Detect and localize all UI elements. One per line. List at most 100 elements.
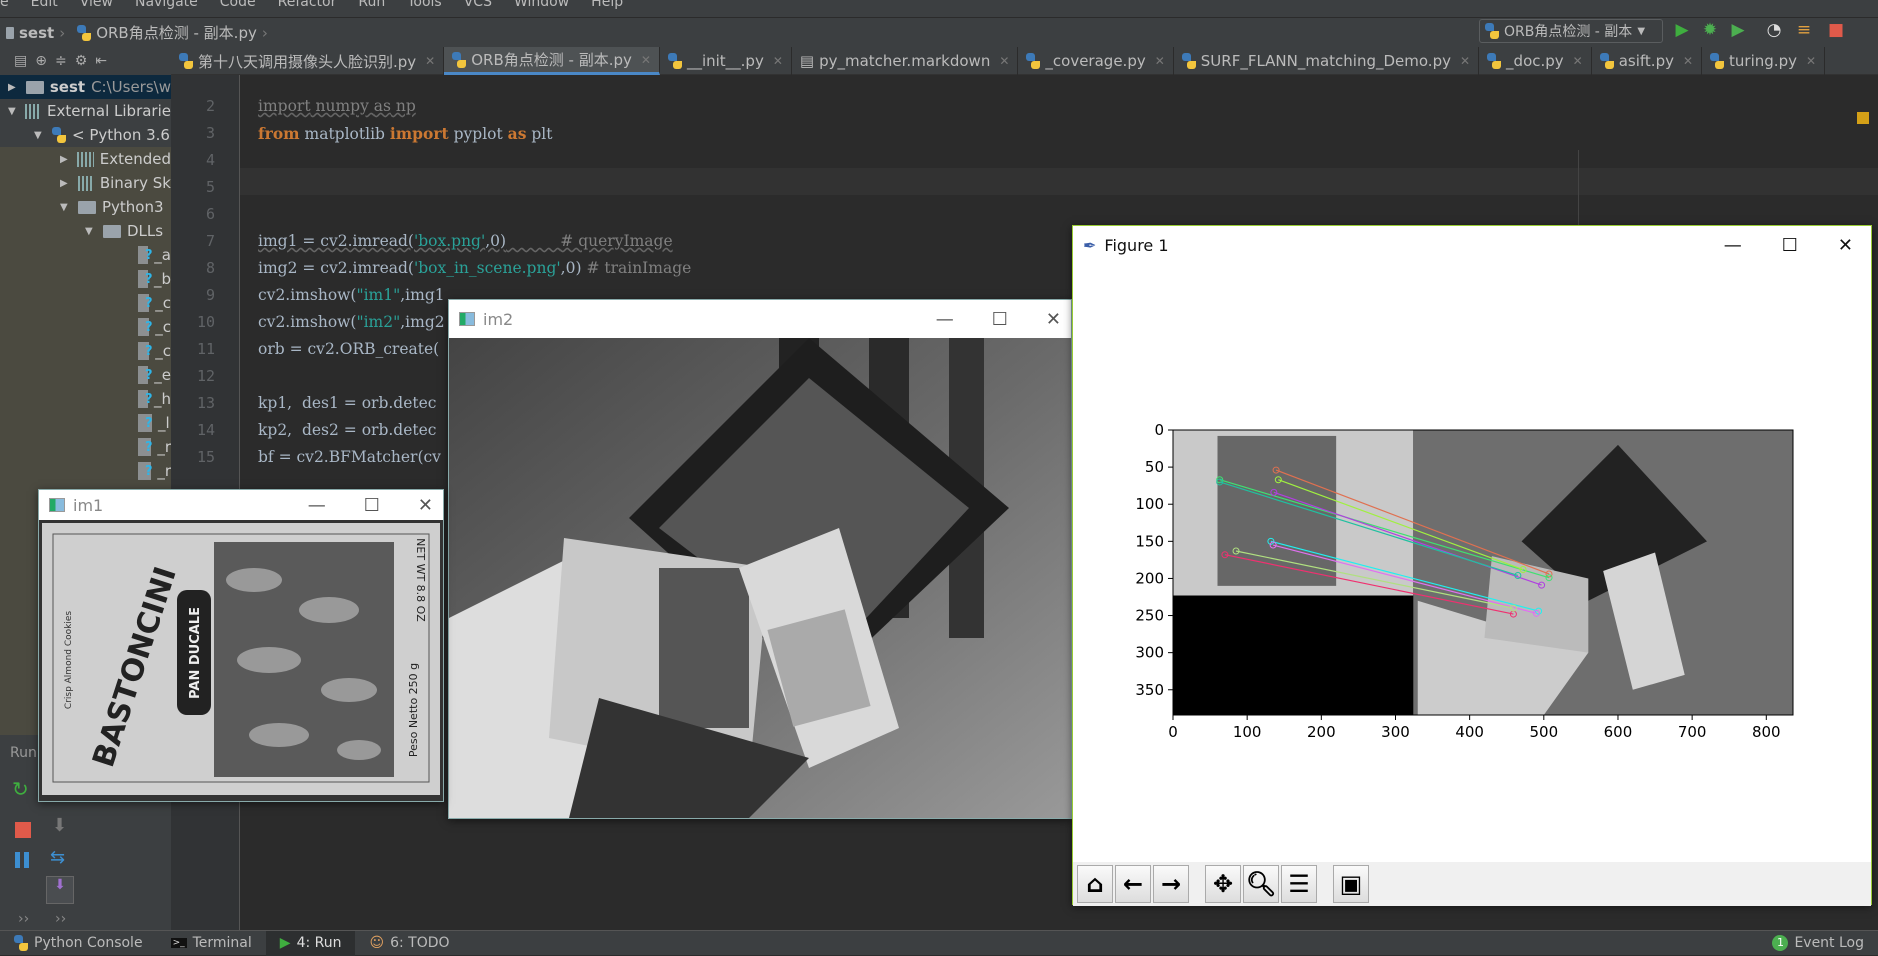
- locate-icon[interactable]: ⊕: [35, 53, 47, 69]
- print-icon[interactable]: ⬇: [46, 876, 74, 904]
- close-icon[interactable]: ✕: [1155, 54, 1165, 68]
- tab-turing[interactable]: turing.py ✕: [1702, 47, 1826, 75]
- minimize-icon[interactable]: —: [936, 309, 954, 330]
- im1-titlebar[interactable]: im1 — ☐ ✕: [39, 490, 443, 520]
- pause-icon[interactable]: [15, 852, 29, 868]
- tab-orb-copy[interactable]: ORB角点检测 - 副本.py ✕: [444, 47, 660, 75]
- hide-icon[interactable]: ⇤: [95, 53, 107, 69]
- close-icon[interactable]: ✕: [1573, 54, 1583, 68]
- tab-doc[interactable]: _doc.py ✕: [1479, 47, 1592, 75]
- home-button[interactable]: ⌂: [1077, 865, 1113, 903]
- close-icon[interactable]: ✕: [1683, 54, 1693, 68]
- stop-icon[interactable]: ■: [1826, 20, 1846, 40]
- breadcrumb-file[interactable]: ORB角点检测 - 副本.py ›: [71, 22, 274, 43]
- python-console-button[interactable]: Python Console: [0, 931, 157, 956]
- tab-coverage[interactable]: _coverage.py ✕: [1018, 47, 1174, 75]
- close-icon[interactable]: ✕: [1806, 54, 1816, 68]
- todo-button[interactable]: ☺ 6: TODO: [355, 931, 463, 956]
- menu-refactor[interactable]: Refactor: [278, 0, 337, 17]
- tab-py-matcher[interactable]: ▤ py_matcher.markdown ✕: [792, 47, 1019, 75]
- breadcrumb-project-label: sest: [19, 23, 55, 42]
- tab-init[interactable]: __init__.py ✕: [660, 47, 792, 75]
- im2-titlebar[interactable]: im2 — ☐ ✕: [449, 300, 1071, 338]
- tab-face-recognition[interactable]: 第十八天调用摄像头人脸识别.py ✕: [171, 47, 445, 75]
- figure-titlebar[interactable]: ✒ Figure 1 — ☐ ✕: [1073, 226, 1871, 264]
- im1-window[interactable]: im1 — ☐ ✕ BASTONCINI PAN DUCALE Crisp Almo…: [38, 489, 444, 802]
- zoom-button[interactable]: 🔍︎: [1243, 865, 1279, 903]
- maximize-icon[interactable]: ☐: [364, 495, 380, 516]
- stop-icon[interactable]: [15, 822, 31, 838]
- concurrency-icon[interactable]: ≡: [1794, 20, 1814, 40]
- tree-item-file[interactable]: _r: [0, 435, 171, 459]
- menu-view[interactable]: View: [80, 0, 113, 17]
- run-button[interactable]: ▶ 4: Run: [265, 930, 356, 956]
- gear-icon[interactable]: ⚙: [75, 53, 88, 69]
- close-icon[interactable]: ✕: [425, 54, 435, 68]
- more-icon[interactable]: ››: [55, 911, 66, 927]
- im2-window[interactable]: im2 — ☐ ✕: [448, 299, 1072, 819]
- tree-item-file[interactable]: _l: [0, 411, 171, 435]
- tab-surf-flann[interactable]: SURF_FLANN_matching_Demo.py ✕: [1174, 47, 1480, 75]
- run-configuration-select[interactable]: ORB角点检测 - 副本 ▼: [1479, 19, 1663, 43]
- tree-item-sest[interactable]: ▶ sest C:\Users\w: [0, 75, 171, 99]
- debug-icon[interactable]: ✹: [1700, 20, 1720, 40]
- tree-item-external-libraries[interactable]: ▼ External Librarie: [0, 99, 171, 123]
- menu-code[interactable]: Code: [220, 0, 256, 17]
- tree-item-file[interactable]: _c: [0, 339, 171, 363]
- close-icon[interactable]: ✕: [1460, 54, 1470, 68]
- run-icon[interactable]: ▶: [1672, 20, 1692, 40]
- tree-item-file[interactable]: _c: [0, 315, 171, 339]
- tree-item-python3[interactable]: ▼ Python3: [0, 195, 171, 219]
- run-with-coverage-icon[interactable]: ▶: [1728, 20, 1748, 40]
- close-icon[interactable]: ✕: [641, 53, 651, 67]
- more-icon[interactable]: ››: [18, 911, 29, 927]
- close-icon[interactable]: ✕: [773, 54, 783, 68]
- back-button[interactable]: ←: [1115, 865, 1151, 903]
- configure-subplots-button[interactable]: ☰: [1281, 865, 1317, 903]
- close-icon[interactable]: ✕: [1838, 235, 1853, 256]
- menu-window[interactable]: Window: [514, 0, 569, 17]
- soft-wrap-icon[interactable]: ⇆: [50, 847, 65, 868]
- forward-button[interactable]: →: [1153, 865, 1189, 903]
- save-button[interactable]: ▣: [1333, 865, 1369, 903]
- breadcrumb-project[interactable]: sest ›: [0, 24, 71, 42]
- tree-item-file[interactable]: _b: [0, 267, 171, 291]
- menu-help[interactable]: Help: [591, 0, 623, 17]
- view-mode-icon[interactable]: ▤: [14, 53, 27, 69]
- menu-run[interactable]: Run: [358, 0, 385, 17]
- menu-edit[interactable]: Edit: [31, 0, 58, 17]
- close-icon[interactable]: ✕: [1046, 309, 1061, 330]
- close-icon[interactable]: ✕: [418, 495, 433, 516]
- minimize-icon[interactable]: —: [308, 495, 326, 516]
- tree-item-file[interactable]: _h: [0, 387, 171, 411]
- menu-item[interactable]: e: [0, 0, 9, 17]
- maximize-icon[interactable]: ☐: [992, 309, 1008, 330]
- tree-item-file[interactable]: _a: [0, 243, 171, 267]
- tree-item-extended[interactable]: ▶ Extended: [0, 147, 171, 171]
- profile-icon[interactable]: ◔: [1764, 20, 1784, 40]
- tree-item-file[interactable]: _r: [0, 459, 171, 483]
- minimize-icon[interactable]: —: [1724, 235, 1742, 256]
- menu-tools[interactable]: Tools: [407, 0, 442, 17]
- maximize-icon[interactable]: ☐: [1782, 235, 1798, 256]
- tree-item-binary[interactable]: ▶ Binary Sk: [0, 171, 171, 195]
- menu-navigate[interactable]: Navigate: [135, 0, 198, 17]
- collapse-icon[interactable]: ≑: [55, 53, 67, 69]
- tab-asift[interactable]: asift.py ✕: [1592, 47, 1703, 75]
- tree-item-file[interactable]: _e: [0, 363, 171, 387]
- python-file-icon: [77, 24, 92, 41]
- scroll-down-icon[interactable]: ⬇: [52, 815, 67, 836]
- menu-vcs[interactable]: VCS: [464, 0, 492, 17]
- matches-plot[interactable]: 0 100 200 300 400 500 600 700 800 0 50 100 150 200 250…: [1073, 264, 1871, 864]
- unknown-file-icon: [138, 318, 153, 336]
- tree-item-dlls[interactable]: ▼ DLLs: [0, 219, 171, 243]
- close-icon[interactable]: ✕: [999, 54, 1009, 68]
- terminal-button[interactable]: >_ Terminal: [157, 931, 266, 956]
- rerun-icon[interactable]: ↻: [12, 777, 29, 801]
- figure-1-window[interactable]: ✒ Figure 1 — ☐ ✕ 0 100 200 300 400 500 600 700 800 0…: [1072, 225, 1872, 906]
- tree-item-file[interactable]: _c: [0, 291, 171, 315]
- pan-button[interactable]: ✥: [1205, 865, 1241, 903]
- tree-item-python[interactable]: ▼ < Python 3.6: [0, 123, 171, 147]
- event-log-button[interactable]: 1 Event Log: [1758, 931, 1878, 956]
- code-line-3: from matplotlib import pyplot as plt: [258, 124, 553, 143]
